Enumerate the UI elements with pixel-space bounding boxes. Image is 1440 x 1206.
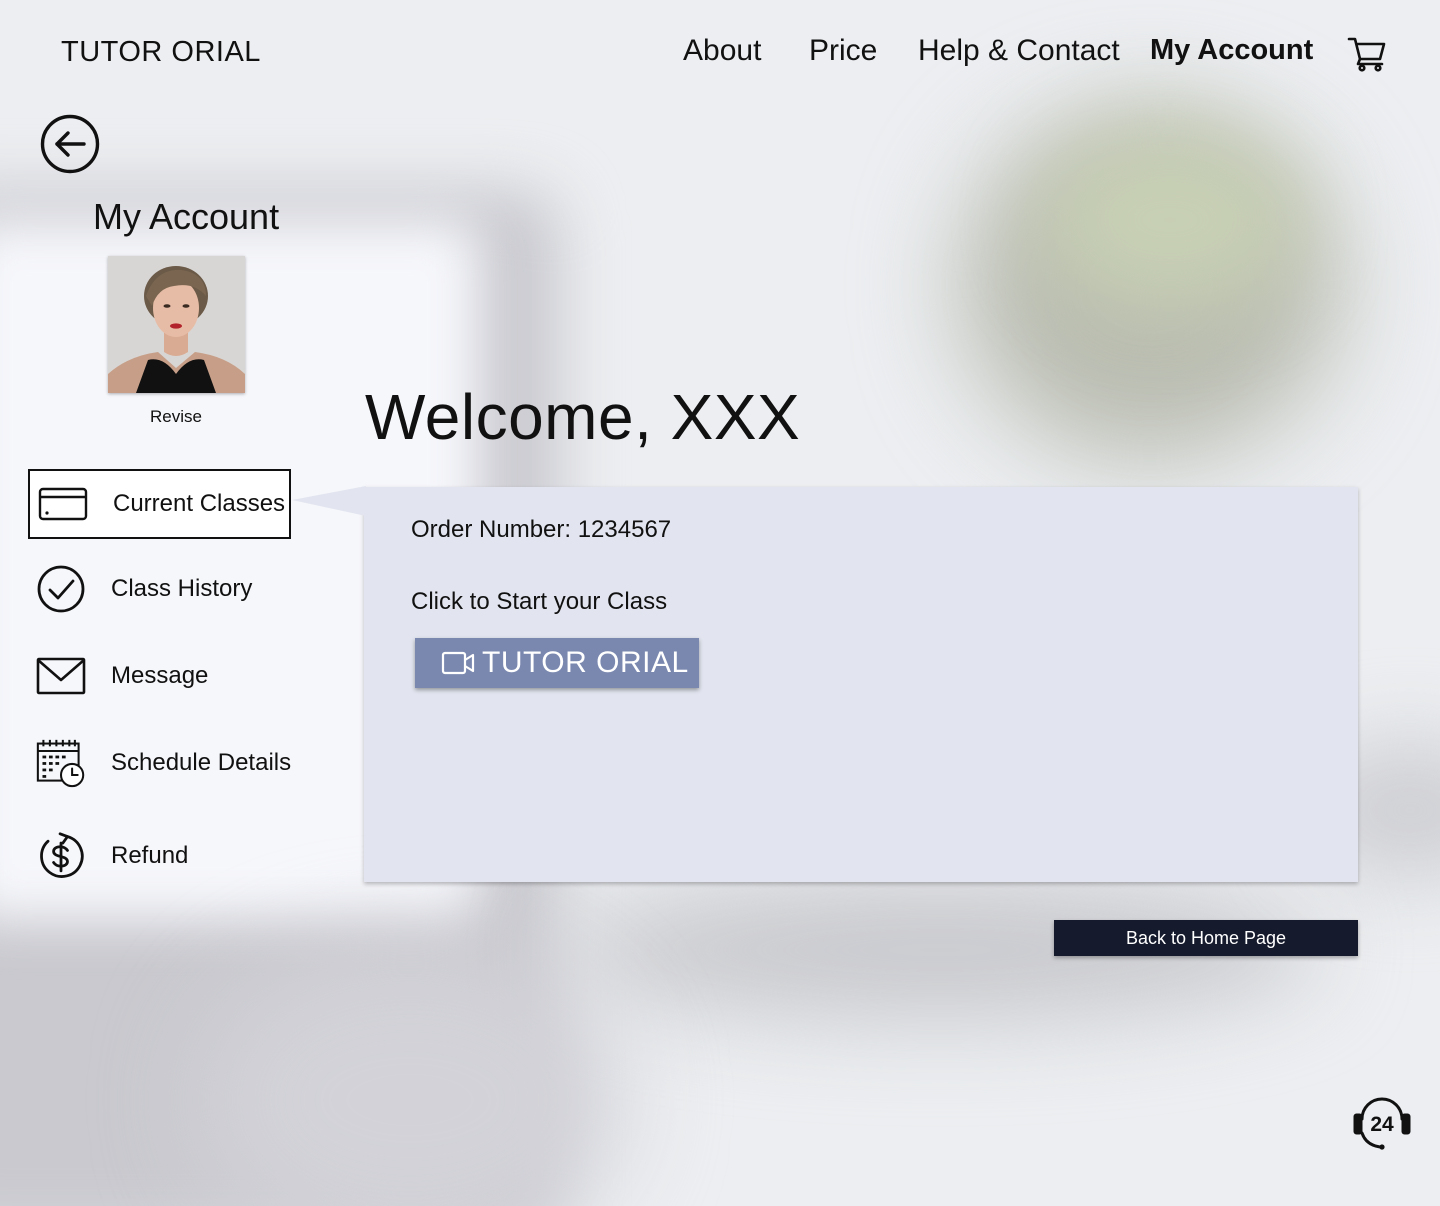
- nav-my-account[interactable]: My Account: [1150, 34, 1313, 67]
- video-camera-icon: [441, 650, 475, 676]
- start-class-prompt: Click to Start your Class: [411, 588, 668, 615]
- back-to-home-button[interactable]: Back to Home Page: [1054, 920, 1358, 956]
- sidebar-item-label: Refund: [111, 842, 189, 869]
- brand-logo[interactable]: TUTOR ORIAL: [61, 36, 261, 69]
- sidebar-item-current-classes[interactable]: Current Classes: [28, 469, 291, 539]
- panel-pointer: [292, 486, 366, 516]
- sidebar-item-refund[interactable]: Refund: [28, 822, 328, 890]
- envelope-icon: [36, 651, 86, 701]
- welcome-heading: Welcome, XXX: [365, 381, 801, 453]
- account-title: My Account: [93, 196, 280, 237]
- credit-card-icon: [38, 479, 88, 529]
- sidebar-item-label: Message: [111, 662, 209, 689]
- sidebar-item-message[interactable]: Message: [28, 642, 328, 710]
- svg-text:24: 24: [1370, 1113, 1394, 1136]
- sidebar-item-label: Class History: [111, 575, 253, 602]
- refund-dollar-icon: [36, 831, 86, 881]
- check-circle-icon: [36, 564, 86, 614]
- nav-about[interactable]: About: [683, 34, 761, 68]
- start-class-button-label: TUTOR ORIAL: [482, 646, 689, 679]
- sidebar-item-label: Schedule Details: [111, 749, 292, 776]
- sidebar-item-class-history[interactable]: Class History: [28, 555, 328, 623]
- nav-price[interactable]: Price: [809, 34, 877, 68]
- sidebar-item-schedule-details[interactable]: Schedule Details: [28, 729, 328, 797]
- start-class-button[interactable]: TUTOR ORIAL: [415, 638, 699, 688]
- order-number: Order Number: 1234567: [411, 516, 672, 543]
- revise-link[interactable]: Revise: [150, 407, 202, 427]
- shopping-cart-icon[interactable]: [1347, 36, 1387, 72]
- arrow-left-circle-icon[interactable]: [40, 114, 100, 174]
- nav-help-contact[interactable]: Help & Contact: [918, 34, 1120, 68]
- avatar[interactable]: [108, 256, 245, 393]
- sidebar-item-label: Current Classes: [113, 490, 286, 517]
- support-24-icon[interactable]: 24: [1352, 1093, 1412, 1153]
- calendar-clock-icon: [36, 738, 86, 788]
